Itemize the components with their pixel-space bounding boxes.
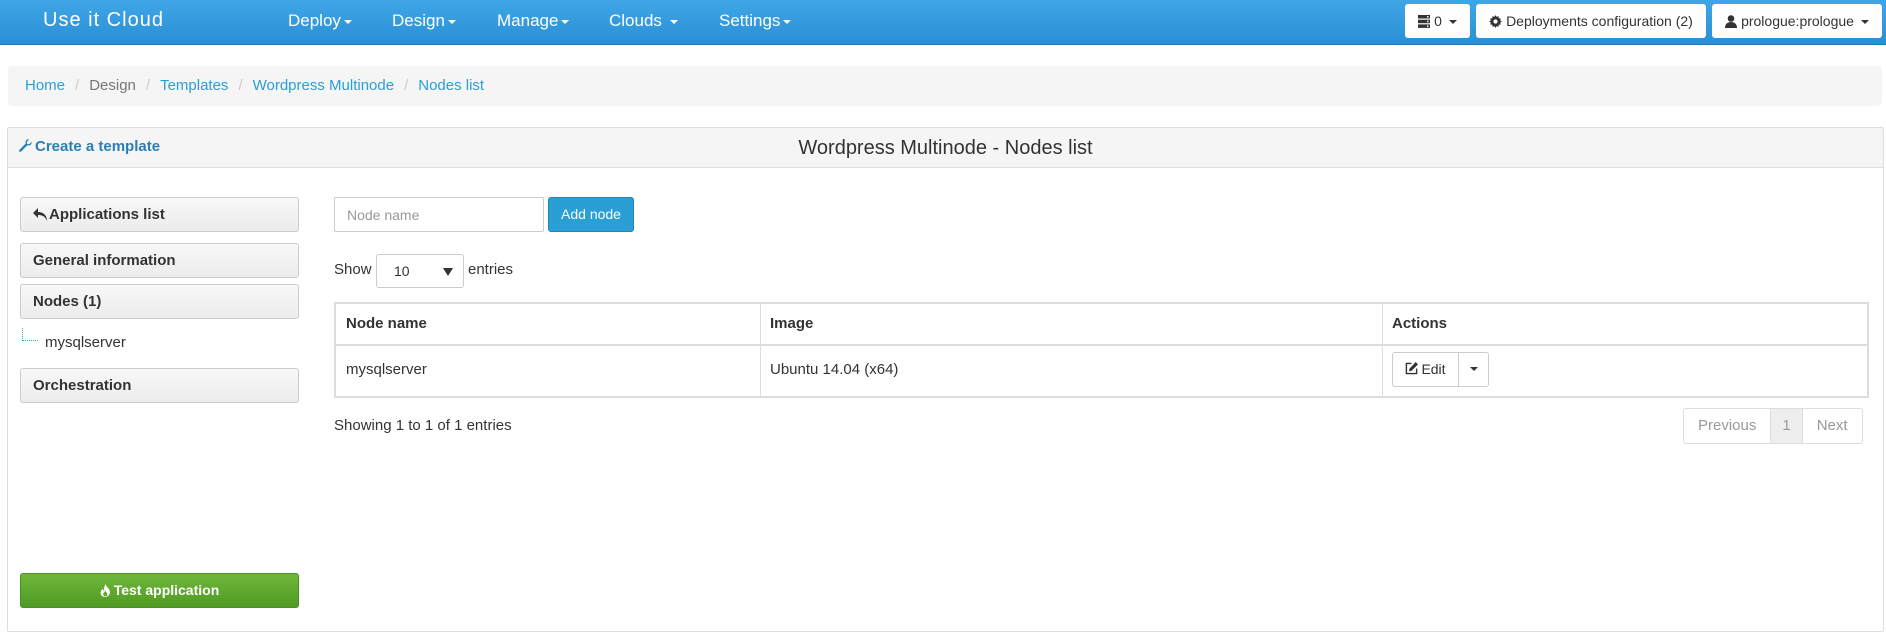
- test-application-button[interactable]: Test application: [20, 573, 299, 608]
- server-icon: [1418, 15, 1431, 28]
- create-template-label: Create a template: [35, 138, 161, 155]
- chevron-down-icon: [783, 19, 792, 24]
- table-info: Showing 1 to 1 of 1 entries: [334, 417, 512, 434]
- brand-logo[interactable]: Use it Cloud: [43, 9, 164, 32]
- breadcrumb-separator: /: [404, 77, 409, 94]
- edit-button[interactable]: Edit: [1393, 353, 1459, 386]
- sidebar-node-mysqlserver[interactable]: mysqlserver: [45, 334, 126, 351]
- nav-design-label: Design: [392, 11, 445, 30]
- nav-settings[interactable]: Settings: [719, 11, 792, 31]
- header-divider: [336, 344, 1867, 346]
- orchestration-button[interactable]: Orchestration: [20, 368, 299, 403]
- breadcrumb-design: Design: [89, 77, 136, 94]
- server-counter-value: 0: [1434, 13, 1442, 29]
- pagination: Previous 1 Next: [1683, 408, 1863, 444]
- edit-label: Edit: [1421, 361, 1446, 377]
- show-label: Show: [334, 261, 372, 278]
- header-node-name[interactable]: Node name: [336, 304, 427, 344]
- entries-label: entries: [468, 261, 514, 278]
- header-image[interactable]: Image: [760, 304, 813, 344]
- nodes-label: Nodes (1): [33, 293, 102, 310]
- breadcrumb: Home / Design / Templates / Wordpress Multinod…: [8, 66, 1882, 106]
- chevron-down-icon: [1860, 20, 1869, 25]
- nav-clouds-label: Clouds: [609, 11, 662, 30]
- entries-per-page-value: 10: [394, 263, 410, 279]
- chevron-down-icon: [1470, 367, 1478, 371]
- breadcrumb-separator: /: [238, 77, 243, 94]
- nodes-table: Node name Image Actions mysqlserver Ubun…: [334, 302, 1869, 398]
- pagination-next[interactable]: Next: [1803, 409, 1862, 443]
- header-actions: Actions: [1392, 315, 1448, 332]
- chevron-down-icon: [669, 19, 678, 24]
- edit-button-group: Edit: [1392, 352, 1489, 387]
- gear-icon: [1489, 15, 1503, 28]
- nav-deploy-label: Deploy: [288, 11, 341, 30]
- nodes-button[interactable]: Nodes (1): [20, 284, 299, 319]
- general-information-label: General information: [33, 252, 176, 269]
- breadcrumb-app[interactable]: Wordpress Multinode: [253, 77, 394, 94]
- nav-design[interactable]: Design: [392, 11, 456, 31]
- edit-dropdown-toggle[interactable]: [1460, 353, 1488, 386]
- edit-icon: [1406, 362, 1419, 375]
- breadcrumb-separator: /: [75, 77, 80, 94]
- reply-icon: [33, 208, 47, 221]
- cell-node-name: mysqlserver: [346, 361, 427, 378]
- chevron-down-icon: [561, 19, 570, 24]
- orchestration-label: Orchestration: [33, 377, 132, 394]
- create-template-link[interactable]: Create a template: [19, 138, 160, 155]
- deployments-configuration-button[interactable]: Deployments configuration (2): [1476, 4, 1706, 38]
- server-counter-button[interactable]: 0: [1405, 4, 1470, 38]
- fire-icon: [100, 584, 110, 597]
- applications-list-button[interactable]: Applications list: [20, 197, 299, 232]
- nav-deploy[interactable]: Deploy: [288, 11, 352, 31]
- cell-image: Ubuntu 14.04 (x64): [770, 361, 899, 378]
- user-icon: [1725, 15, 1738, 28]
- nav-clouds[interactable]: Clouds: [609, 11, 678, 31]
- dropdown-arrow-icon: [443, 268, 453, 276]
- entries-per-page-select[interactable]: 10: [376, 254, 464, 288]
- user-menu-button[interactable]: prologue:prologue: [1712, 4, 1882, 38]
- test-application-label: Test application: [113, 582, 220, 598]
- panel-heading: Wordpress Multinode - Nodes list Create …: [8, 128, 1883, 168]
- pagination-previous[interactable]: Previous: [1684, 409, 1772, 443]
- nav-manage[interactable]: Manage: [497, 11, 570, 31]
- add-node-button[interactable]: Add node: [548, 197, 634, 232]
- general-information-button[interactable]: General information: [20, 243, 299, 278]
- chevron-down-icon: [1448, 20, 1457, 25]
- user-menu-label: prologue:prologue: [1741, 13, 1854, 29]
- chevron-down-icon: [447, 19, 456, 24]
- nav-manage-label: Manage: [497, 11, 559, 30]
- tree-connector: [22, 328, 38, 341]
- deployments-configuration-label: Deployments configuration (2): [1506, 13, 1693, 29]
- page-title: Wordpress Multinode - Nodes list: [798, 137, 1093, 159]
- breadcrumb-templates[interactable]: Templates: [160, 77, 228, 94]
- breadcrumb-separator: /: [145, 77, 151, 94]
- wrench-icon: [19, 139, 32, 152]
- pagination-page-1[interactable]: 1: [1771, 409, 1803, 443]
- chevron-down-icon: [343, 19, 352, 24]
- node-name-input[interactable]: [334, 197, 544, 232]
- breadcrumb-home[interactable]: Home: [25, 77, 65, 94]
- top-navbar: Use it Cloud Deploy Design Manage Clouds…: [0, 0, 1886, 45]
- nav-settings-label: Settings: [719, 11, 781, 30]
- breadcrumb-current[interactable]: Nodes list: [418, 77, 484, 94]
- applications-list-label: Applications list: [49, 206, 165, 223]
